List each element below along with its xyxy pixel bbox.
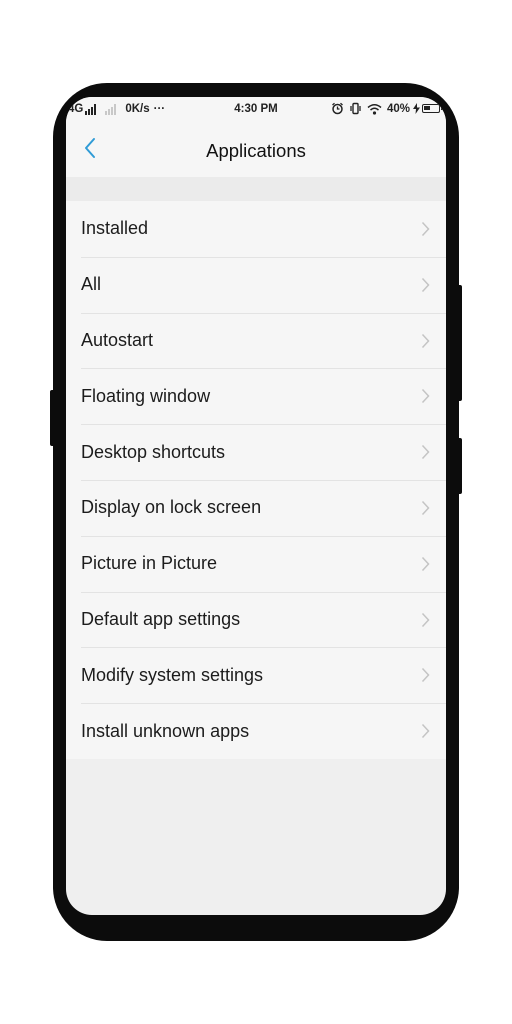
list-item-all[interactable]: All <box>66 256 446 313</box>
list-item-installed[interactable]: Installed <box>66 201 446 257</box>
list-item-picture-in-picture[interactable]: Picture in Picture <box>66 535 446 592</box>
chevron-right-icon <box>421 612 430 628</box>
chevron-right-icon <box>421 277 430 293</box>
item-label: All <box>81 274 102 295</box>
status-right: 40% <box>326 102 443 115</box>
list-item-install-unknown-apps[interactable]: Install unknown apps <box>66 703 446 759</box>
screen: 4G 0K/s ··· 4:30 PM 40% Applications Ins… <box>66 97 446 915</box>
side-button <box>456 438 462 494</box>
list-item-default-app-settings[interactable]: Default app settings <box>66 591 446 648</box>
page-title: Applications <box>206 140 306 161</box>
vibrate-icon <box>349 102 362 115</box>
list-item-desktop-shortcuts[interactable]: Desktop shortcuts <box>66 424 446 480</box>
settings-list: Installed All Autostart Floating window … <box>66 201 446 759</box>
item-label: Default app settings <box>81 608 241 629</box>
chevron-right-icon <box>421 388 430 404</box>
item-label: Install unknown apps <box>81 720 250 741</box>
title-bar: Applications <box>66 123 446 177</box>
chevron-right-icon <box>421 333 430 349</box>
list-item-display-on-lock-screen[interactable]: Display on lock screen <box>66 479 446 536</box>
volume-button <box>50 390 56 446</box>
list-item-modify-system-settings[interactable]: Modify system settings <box>66 647 446 703</box>
item-label: Installed <box>81 218 149 239</box>
list-item-floating-window[interactable]: Floating window <box>66 368 446 424</box>
chevron-right-icon <box>421 667 430 683</box>
power-button <box>456 285 462 401</box>
alarm-icon <box>331 102 344 115</box>
chevron-right-icon <box>421 723 430 739</box>
charging-icon <box>413 103 420 114</box>
wifi-icon <box>367 103 382 115</box>
chevron-right-icon <box>421 444 430 460</box>
item-label: Picture in Picture <box>81 553 218 574</box>
item-label: Floating window <box>81 385 211 406</box>
chevron-right-icon <box>421 221 430 237</box>
chevron-right-icon <box>421 500 430 516</box>
item-label: Modify system settings <box>81 664 264 685</box>
chevron-right-icon <box>421 556 430 572</box>
item-label: Autostart <box>81 329 154 350</box>
section-spacer <box>66 177 446 201</box>
battery-percent: 40% <box>386 102 410 115</box>
item-label: Display on lock screen <box>81 497 262 518</box>
status-bar: 4G 0K/s ··· 4:30 PM 40% <box>66 97 446 123</box>
list-item-autostart[interactable]: Autostart <box>66 312 446 369</box>
battery-icon <box>422 104 443 113</box>
item-label: Desktop shortcuts <box>81 441 226 462</box>
